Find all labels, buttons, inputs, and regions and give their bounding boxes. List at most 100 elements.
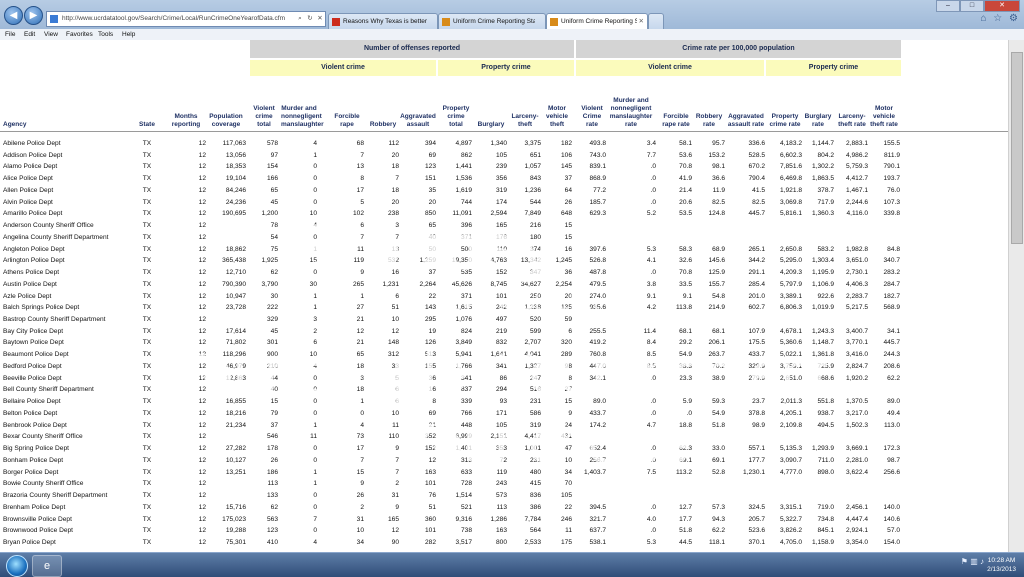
cell-larceny: 1,238 bbox=[524, 304, 541, 312]
cell-months: 12 bbox=[198, 351, 206, 359]
cell-agg-rate: 790.4 bbox=[748, 175, 765, 183]
cell-mvt-rate: 244.3 bbox=[883, 351, 900, 359]
cell-burglary-rate: 1,303.4 bbox=[812, 257, 834, 265]
network-icon[interactable]: ▥ bbox=[970, 557, 978, 566]
close-button[interactable]: ✕ bbox=[984, 0, 1020, 12]
cell-pc-rate: 5,322.7 bbox=[780, 515, 802, 523]
home-icon[interactable]: ⌂ bbox=[980, 13, 986, 24]
cell-robbery: 10 bbox=[391, 409, 399, 417]
flag-icon[interactable]: ⚑ bbox=[961, 557, 968, 566]
close-tab-icon[interactable]: ✕ bbox=[639, 14, 644, 30]
back-button[interactable]: ◀ bbox=[4, 6, 23, 25]
internet-explorer-icon[interactable]: e bbox=[32, 555, 62, 577]
cell-robbery: 2 bbox=[395, 480, 399, 488]
clock[interactable]: 10:28 AM 2/13/2013 bbox=[987, 556, 1016, 574]
cell-pc-rate: 2,011.3 bbox=[780, 398, 802, 406]
cell-agency: Alvin Police Dept bbox=[3, 198, 53, 206]
cell-months: 12 bbox=[198, 339, 206, 347]
cell-rape: 27 bbox=[356, 304, 364, 312]
cell-robbery: 148 bbox=[387, 339, 399, 347]
cell-vc-total: 1,925 bbox=[261, 257, 278, 265]
cell-pc-rate: 4,183.2 bbox=[780, 140, 802, 147]
menu-favorites[interactable]: Favorites bbox=[66, 29, 93, 40]
cell-mvt: 289 bbox=[560, 351, 572, 359]
cell-mvt: 2,254 bbox=[555, 280, 572, 288]
cell-rape: 1 bbox=[360, 292, 364, 300]
stop-icon[interactable]: ✕ bbox=[315, 12, 325, 26]
minimize-button[interactable]: – bbox=[936, 0, 960, 12]
cell-vc-total: 75 bbox=[270, 245, 278, 253]
cell-murder: 0 bbox=[313, 456, 317, 464]
cell-months: 12 bbox=[198, 175, 206, 183]
volume-icon[interactable]: ♪ bbox=[980, 557, 984, 566]
cell-vc-rate: 185.7 bbox=[589, 198, 606, 206]
cell-burglary-rate: 668.6 bbox=[817, 374, 834, 382]
cell-mvt-rate: 98.7 bbox=[887, 456, 900, 464]
cell-agg-assault: 394 bbox=[424, 140, 436, 147]
menu-edit[interactable]: Edit bbox=[24, 29, 35, 40]
cell-vc-rate: 629.3 bbox=[589, 210, 606, 218]
cell-rape: 265 bbox=[352, 280, 364, 288]
cell-state: TX bbox=[142, 233, 152, 241]
cell-pc-total: 3,517 bbox=[455, 538, 472, 546]
new-tab-button[interactable] bbox=[648, 13, 664, 30]
cell-rape-rate: 62.3 bbox=[679, 445, 692, 453]
cell-murder: 0 bbox=[313, 175, 317, 183]
forward-button[interactable]: ▶ bbox=[24, 6, 43, 25]
tab-1[interactable]: Uniform Crime Reporting Stati... bbox=[438, 13, 546, 30]
cell-vc-total: 210 bbox=[266, 362, 278, 370]
start-button[interactable] bbox=[6, 555, 28, 577]
cell-larceny-rate: 4,447.4 bbox=[846, 515, 868, 523]
menu-file[interactable]: File bbox=[5, 29, 15, 40]
cell-state: TX bbox=[142, 292, 152, 300]
menu-tools[interactable]: Tools bbox=[98, 29, 113, 40]
search-icon[interactable]: ⌕ bbox=[295, 12, 305, 26]
cell-vc-total: 563 bbox=[266, 515, 278, 523]
cell-pc-total: 5,941 bbox=[455, 351, 472, 359]
cell-robbery: 7 bbox=[395, 456, 399, 464]
cell-larceny-rate: 1,467.1 bbox=[846, 186, 868, 194]
cell-rape: 8 bbox=[360, 175, 364, 183]
tab-2-active[interactable]: Uniform Crime Reporting St... ✕ bbox=[546, 13, 648, 30]
data-table-body: Abilene Police Dept TX 12 117,063 578 4 68 112 3… bbox=[0, 138, 1009, 549]
cell-murder: 0 bbox=[313, 527, 317, 535]
menu-view[interactable]: View bbox=[44, 29, 58, 40]
vertical-scrollbar[interactable] bbox=[1008, 40, 1024, 552]
address-bar[interactable]: http://www.ucrdatatool.gov/Search/Crime/… bbox=[46, 11, 326, 27]
maximize-button[interactable]: □ bbox=[960, 0, 984, 12]
cell-burglary-rate: 725.9 bbox=[817, 362, 834, 370]
cell-burglary-rate: 1,302.2 bbox=[812, 163, 834, 171]
cell-months: 12 bbox=[198, 304, 206, 312]
column-header-murder-rate: Murder and nonnegligent manslaughter rat… bbox=[609, 97, 653, 128]
cell-pc-rate: 3,090.7 bbox=[780, 456, 802, 464]
cell-rape: 17 bbox=[356, 445, 364, 453]
column-header-mvt: Motor vehicle theft bbox=[545, 105, 569, 128]
cell-months: 12 bbox=[198, 292, 206, 300]
cell-pc-rate: 5,295.0 bbox=[780, 257, 802, 265]
favorites-star-icon[interactable]: ☆ bbox=[993, 13, 1002, 24]
cell-burglary-rate: 717.9 bbox=[817, 198, 834, 206]
column-header-state: State bbox=[139, 121, 155, 128]
cell-state: TX bbox=[142, 527, 152, 535]
cell-pc-total: 313 bbox=[460, 456, 472, 464]
cell-months: 12 bbox=[198, 409, 206, 417]
column-header-agg-rate: Aggravated assault rate bbox=[727, 113, 765, 128]
scrollbar-thumb[interactable] bbox=[1011, 52, 1023, 244]
tab-label: Reasons Why Texas is better th... bbox=[343, 18, 427, 25]
cell-population: 18,216 bbox=[225, 409, 246, 417]
cell-larceny-rate: 3,217.0 bbox=[846, 409, 868, 417]
gear-icon[interactable]: ⚙ bbox=[1009, 13, 1018, 24]
cell-burglary: 174 bbox=[495, 198, 507, 206]
tab-0[interactable]: Reasons Why Texas is better th... bbox=[328, 13, 438, 30]
cell-murder-rate: .0 bbox=[650, 409, 657, 417]
cell-vc-rate: 256.7 bbox=[589, 456, 606, 464]
cell-pc-total: 500 bbox=[460, 245, 472, 253]
refresh-icon[interactable]: ↻ bbox=[305, 12, 315, 26]
cell-burglary-rate: 804.2 bbox=[817, 151, 834, 159]
cell-agg-assault: 69 bbox=[428, 151, 436, 159]
cell-mvt-rate: 62.2 bbox=[887, 374, 900, 382]
menu-help[interactable]: Help bbox=[122, 29, 135, 40]
cell-robbery: 238 bbox=[387, 210, 399, 218]
table-row: Brenham Police Dept TX 12 15,716 62 0 2 9 51 521 1… bbox=[0, 502, 1009, 514]
cell-mvt-rate: 49.4 bbox=[887, 409, 900, 417]
